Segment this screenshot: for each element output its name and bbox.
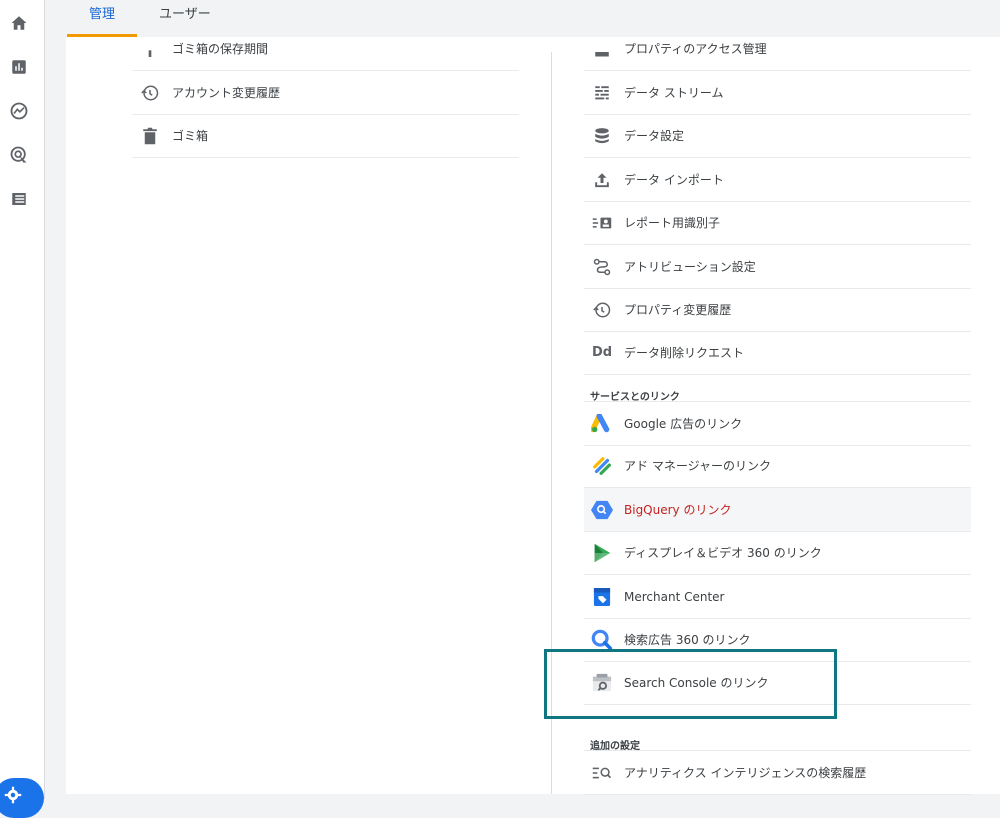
- history-icon: [138, 81, 162, 105]
- partial-icon: [138, 37, 162, 61]
- link-ad-manager[interactable]: アド マネージャーのリンク: [584, 444, 971, 488]
- link-merchant-center[interactable]: Merchant Center: [584, 575, 971, 619]
- tab-admin[interactable]: 管理: [89, 0, 115, 37]
- right-item-label: アトリビューション設定: [624, 260, 756, 274]
- left-item-trash-retention[interactable]: ゴミ箱の保存期間: [132, 27, 519, 71]
- column-divider: [551, 52, 552, 794]
- database-icon: [590, 124, 614, 148]
- partial-icon: [590, 37, 614, 61]
- left-item-account-history[interactable]: アカウント変更履歴: [132, 71, 519, 115]
- right-item-data-streams[interactable]: データ ストリーム: [584, 71, 971, 115]
- trash-icon: [138, 124, 162, 148]
- right-item-data-import[interactable]: データ インポート: [584, 158, 971, 202]
- left-item-label: アカウント変更履歴: [172, 86, 281, 100]
- right-item-label: プロパティ変更履歴: [624, 303, 732, 317]
- right-item-data-settings[interactable]: データ設定: [584, 114, 971, 158]
- right-item-label: データ設定: [624, 129, 685, 143]
- merchant-center-icon: [590, 585, 614, 609]
- link-google-ads[interactable]: Google 広告のリンク: [584, 401, 971, 446]
- home-icon[interactable]: [8, 12, 30, 34]
- reports-icon[interactable]: [8, 56, 30, 78]
- right-item-property-access[interactable]: プロパティのアクセス管理: [584, 27, 971, 71]
- link-label: Merchant Center: [624, 589, 725, 604]
- link-search-console[interactable]: Search Console のリンク: [584, 661, 971, 705]
- advertising-icon[interactable]: [8, 144, 30, 166]
- admin-gear-button[interactable]: [0, 778, 44, 818]
- upload-icon: [590, 168, 614, 192]
- search-history-icon: [590, 761, 614, 785]
- attribution-icon: [590, 255, 614, 279]
- extra-item-search-history[interactable]: アナリティクス インテリジェンスの検索履歴: [584, 750, 971, 795]
- link-label: ディスプレイ＆ビデオ 360 のリンク: [624, 546, 822, 560]
- link-bigquery[interactable]: BigQuery のリンク: [584, 488, 971, 532]
- link-label: Search Console のリンク: [624, 676, 769, 690]
- left-item-trash[interactable]: ゴミ箱: [132, 114, 519, 158]
- right-item-data-deletion[interactable]: Dd データ削除リクエスト: [584, 331, 971, 375]
- right-item-label: レポート用識別子: [624, 216, 721, 230]
- left-item-label: ゴミ箱の保存期間: [172, 42, 269, 56]
- link-label: BigQuery のリンク: [624, 503, 732, 517]
- dd-icon: Dd: [591, 345, 613, 360]
- link-label: Google 広告のリンク: [624, 417, 743, 431]
- streams-icon: [590, 81, 614, 105]
- link-sa360[interactable]: 検索広告 360 のリンク: [584, 618, 971, 662]
- left-nav: [0, 0, 45, 818]
- right-item-property-history[interactable]: プロパティ変更履歴: [584, 288, 971, 332]
- configure-icon[interactable]: [8, 188, 30, 210]
- dv360-icon: [590, 541, 614, 565]
- right-item-label: データ削除リクエスト: [624, 346, 745, 360]
- link-label: アド マネージャーのリンク: [624, 459, 771, 473]
- right-item-label: データ インポート: [624, 173, 724, 187]
- right-item-reporting-identity[interactable]: レポート用識別子: [584, 201, 971, 245]
- gear-icon: [4, 786, 22, 804]
- right-item-attribution[interactable]: アトリビューション設定: [584, 245, 971, 289]
- link-label: 検索広告 360 のリンク: [624, 633, 751, 647]
- link-dv360[interactable]: ディスプレイ＆ビデオ 360 のリンク: [584, 531, 971, 575]
- search-console-icon: [590, 671, 614, 695]
- explore-icon[interactable]: [8, 100, 30, 122]
- ad-manager-icon: [590, 454, 614, 478]
- sa360-icon: [590, 628, 614, 652]
- google-ads-icon: [590, 412, 614, 436]
- history-icon: [590, 298, 614, 322]
- bigquery-icon: [590, 498, 614, 522]
- link-label: アナリティクス インテリジェンスの検索履歴: [624, 766, 867, 780]
- left-item-label: ゴミ箱: [172, 129, 209, 143]
- right-item-label: データ ストリーム: [624, 86, 724, 100]
- identity-icon: [590, 211, 614, 235]
- right-item-label: プロパティのアクセス管理: [624, 42, 767, 56]
